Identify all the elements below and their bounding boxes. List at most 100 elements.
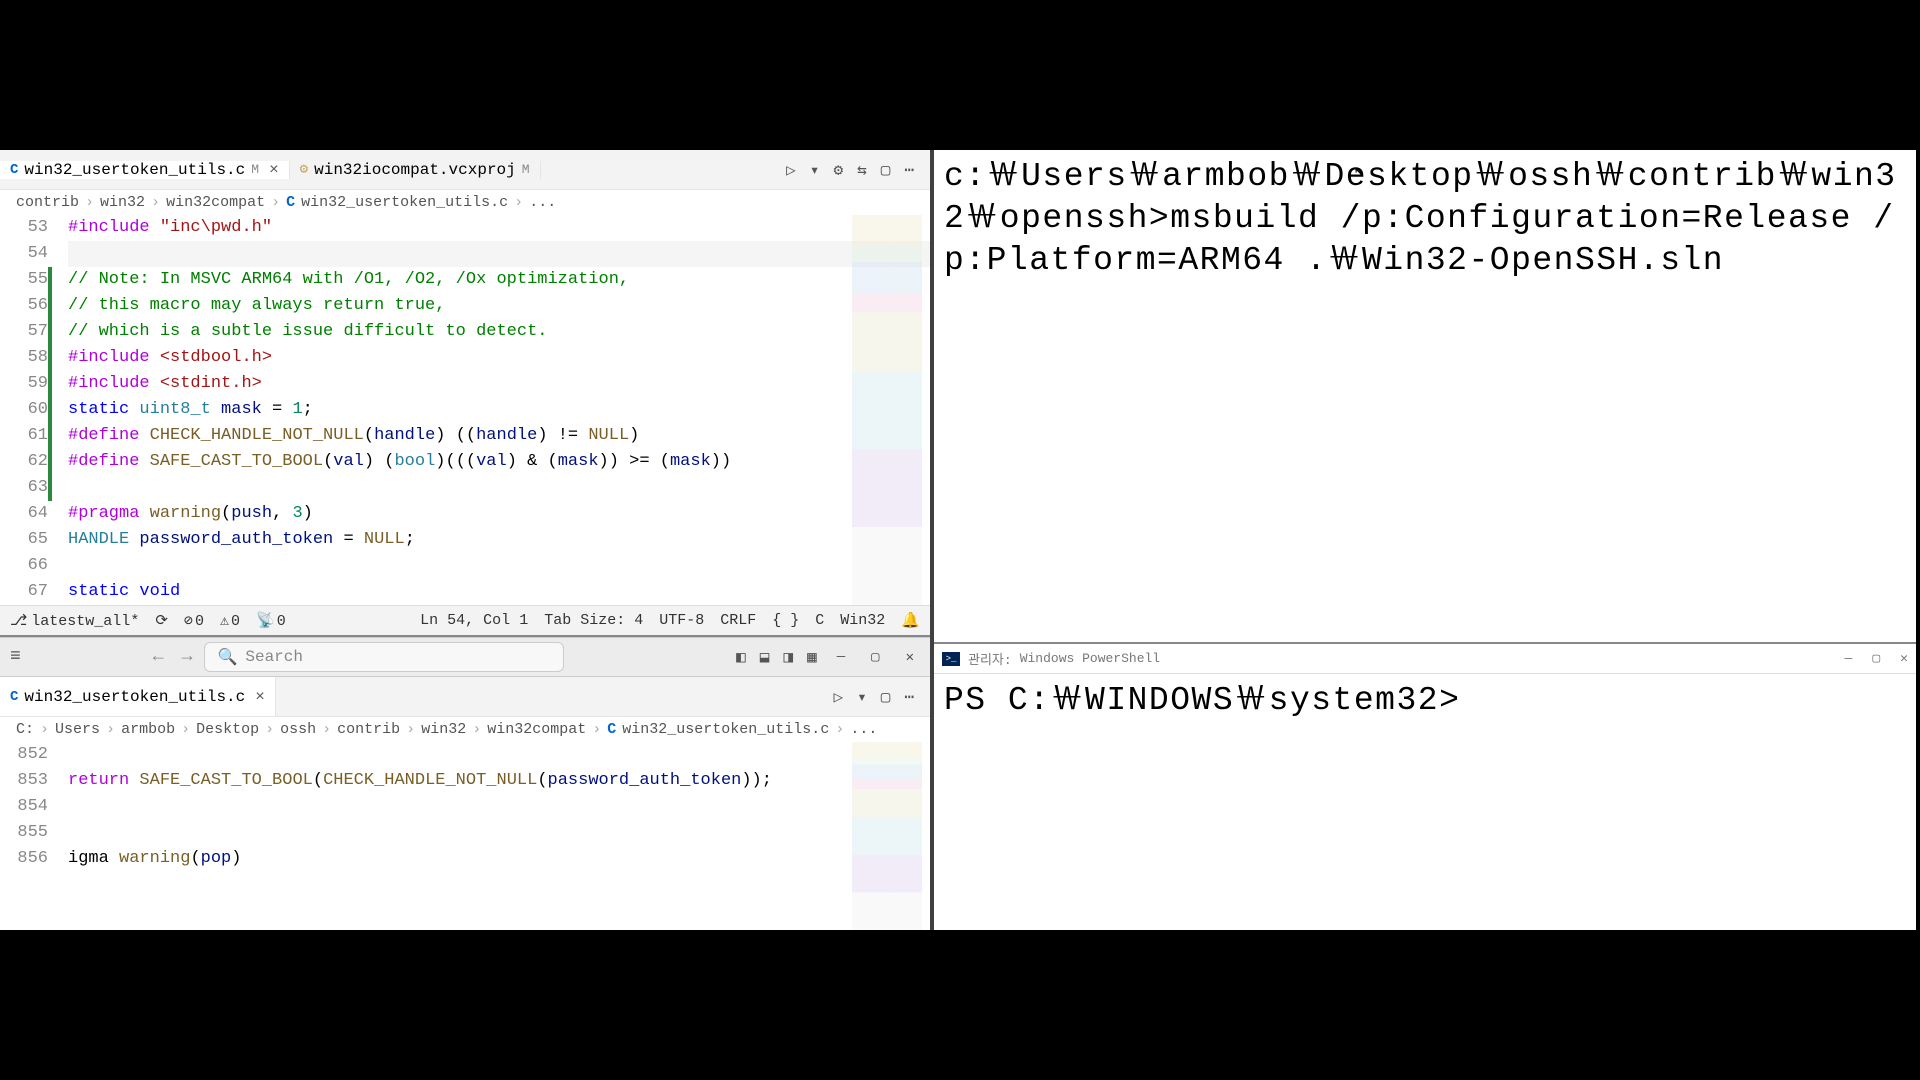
breadcrumb-segment[interactable]: win32_usertoken_utils.c: [622, 721, 829, 738]
compare-icon[interactable]: ⇆: [857, 160, 867, 180]
code-line[interactable]: static uint8_t mask = 1;: [68, 397, 930, 423]
code-line[interactable]: #include "inc\pwd.h": [68, 215, 930, 241]
code-line[interactable]: HANDLE password_auth_token = NULL;: [68, 527, 930, 553]
close-button[interactable]: ✕: [1900, 651, 1908, 666]
cursor-position[interactable]: Ln 54, Col 1: [420, 612, 528, 629]
file-type-icon: C: [607, 721, 616, 738]
minimap[interactable]: [852, 742, 922, 930]
split-editor-icon[interactable]: ▢: [881, 160, 891, 180]
menu-icon[interactable]: ≡: [10, 647, 21, 667]
layout-right-icon[interactable]: ◨: [783, 647, 793, 668]
tab-close-icon[interactable]: ×: [269, 161, 279, 179]
ports-count[interactable]: 0: [256, 611, 286, 630]
breadcrumb-segment[interactable]: contrib: [337, 721, 400, 738]
code-area-bottom[interactable]: 852853854855856 return SAFE_CAST_TO_BOOL…: [0, 742, 930, 930]
sync-icon[interactable]: [155, 611, 168, 630]
breadcrumb-bottom[interactable]: C:›Users›armbob›Desktop›ossh›contrib›win…: [0, 717, 930, 742]
code-line[interactable]: #pragma warning(push, 3): [68, 501, 930, 527]
code-line[interactable]: [68, 553, 930, 579]
maximize-button[interactable]: ▢: [865, 647, 885, 668]
powershell-prompt[interactable]: PS C:￦WINDOWS￦system32>: [934, 674, 1916, 728]
line-number: 854: [0, 794, 48, 820]
search-input[interactable]: 🔍 Search: [204, 642, 564, 672]
breadcrumb-segment[interactable]: ossh: [280, 721, 316, 738]
breadcrumb-top[interactable]: contrib›win32›win32compat›Cwin32_usertok…: [0, 190, 930, 215]
breadcrumb-segment[interactable]: armbob: [121, 721, 175, 738]
run-button[interactable]: ▷: [786, 160, 796, 180]
editor-tab[interactable]: ⚙ win32iocompat.vcxproj M: [290, 161, 541, 179]
code-line[interactable]: [68, 475, 930, 501]
line-number: 53: [0, 215, 48, 241]
chevron-down-icon[interactable]: ▾: [857, 687, 867, 707]
code-line[interactable]: #include <stdint.h>: [68, 371, 930, 397]
code-line[interactable]: [68, 742, 930, 768]
language-mode[interactable]: C: [815, 612, 824, 629]
command-prompt-window[interactable]: ↖ c:￦Users￦armbob￦Desktop￦ossh￦contrib￦w…: [934, 150, 1916, 642]
line-number: 856: [0, 846, 48, 872]
code-line[interactable]: [68, 794, 930, 820]
code-line[interactable]: // Note: In MSVC ARM64 with /O1, /O2, /O…: [68, 267, 930, 293]
editor-bottom-pane: C win32_usertoken_utils.c × ▷ ▾ ▢ ⋯ C: › U…: [0, 677, 930, 930]
eol[interactable]: CRLF: [720, 612, 756, 629]
breadcrumb-segment[interactable]: ...: [529, 194, 556, 211]
line-number: 60: [0, 397, 52, 423]
breadcrumb-segment[interactable]: Users: [55, 721, 100, 738]
code-area-top[interactable]: 535455565758596061626364656667 #include …: [0, 215, 930, 605]
braces-icon[interactable]: { }: [772, 612, 799, 629]
maximize-button[interactable]: ▢: [1872, 651, 1880, 666]
error-count[interactable]: 0: [184, 611, 204, 630]
code-line[interactable]: // which is a subtle issue difficult to …: [68, 319, 930, 345]
warning-count[interactable]: 0: [220, 611, 240, 630]
nav-forward-icon[interactable]: →: [182, 647, 193, 667]
breadcrumb-segment[interactable]: win32compat: [487, 721, 586, 738]
minimize-button[interactable]: —: [831, 647, 851, 668]
code-line[interactable]: #define CHECK_HANDLE_NOT_NULL(handle) ((…: [68, 423, 930, 449]
file-type-icon: C: [10, 162, 18, 178]
breadcrumb-segment[interactable]: contrib: [16, 194, 79, 211]
breadcrumb-segment[interactable]: win32: [421, 721, 466, 738]
editor-tab[interactable]: C win32_usertoken_utils.c M ×: [0, 161, 290, 179]
breadcrumb-segment[interactable]: win32compat: [166, 194, 265, 211]
tab-size[interactable]: Tab Size: 4: [544, 612, 643, 629]
minimize-button[interactable]: —: [1845, 651, 1853, 666]
tab-close-icon[interactable]: ×: [255, 688, 265, 706]
more-icon[interactable]: ⋯: [904, 687, 914, 707]
code-line[interactable]: // this macro may always return true,: [68, 293, 930, 319]
close-button[interactable]: ✕: [900, 647, 920, 668]
encoding[interactable]: UTF-8: [659, 612, 704, 629]
chevron-right-icon: ›: [472, 721, 481, 738]
editor-tab[interactable]: C win32_usertoken_utils.c ×: [0, 677, 276, 716]
breadcrumb-segment[interactable]: win32_usertoken_utils.c: [301, 194, 508, 211]
split-editor-icon[interactable]: ▢: [881, 687, 891, 707]
layout-bottom-icon[interactable]: ⬓: [760, 647, 770, 668]
layout-left-icon[interactable]: ◧: [736, 647, 746, 668]
notifications-icon[interactable]: [901, 611, 920, 630]
powershell-window[interactable]: >_ 관리자: Windows PowerShell — ▢ ✕ PS C:￦W…: [934, 642, 1916, 930]
layout-grid-icon[interactable]: ▦: [807, 647, 817, 668]
chevron-down-icon[interactable]: ▾: [810, 160, 820, 180]
git-branch[interactable]: latestw_all*: [10, 611, 139, 630]
chevron-right-icon: ›: [592, 721, 601, 738]
nav-back-icon[interactable]: ←: [153, 647, 164, 667]
code-line[interactable]: igma warning(pop): [68, 846, 930, 872]
code-lines[interactable]: #include "inc\pwd.h" // Note: In MSVC AR…: [60, 215, 930, 605]
breadcrumb-segment[interactable]: ...: [850, 721, 877, 738]
more-icon[interactable]: ⋯: [904, 160, 914, 180]
breadcrumb-segment[interactable]: C:: [16, 721, 34, 738]
run-button[interactable]: ▷: [833, 687, 843, 707]
minimap[interactable]: [852, 215, 922, 605]
line-gutter: 852853854855856: [0, 742, 60, 872]
code-line[interactable]: [68, 820, 930, 846]
code-line[interactable]: return SAFE_CAST_TO_BOOL(CHECK_HANDLE_NO…: [68, 768, 930, 794]
code-lines[interactable]: return SAFE_CAST_TO_BOOL(CHECK_HANDLE_NO…: [60, 742, 930, 872]
modified-indicator: M: [251, 162, 259, 177]
platform[interactable]: Win32: [840, 612, 885, 629]
code-line[interactable]: [68, 241, 930, 267]
breadcrumb-segment[interactable]: Desktop: [196, 721, 259, 738]
title-prefix: 관리자:: [968, 649, 1012, 668]
code-line[interactable]: #include <stdbool.h>: [68, 345, 930, 371]
gear-icon[interactable]: ⚙: [833, 160, 843, 180]
code-line[interactable]: static void: [68, 579, 930, 605]
breadcrumb-segment[interactable]: win32: [100, 194, 145, 211]
code-line[interactable]: #define SAFE_CAST_TO_BOOL(val) (bool)(((…: [68, 449, 930, 475]
